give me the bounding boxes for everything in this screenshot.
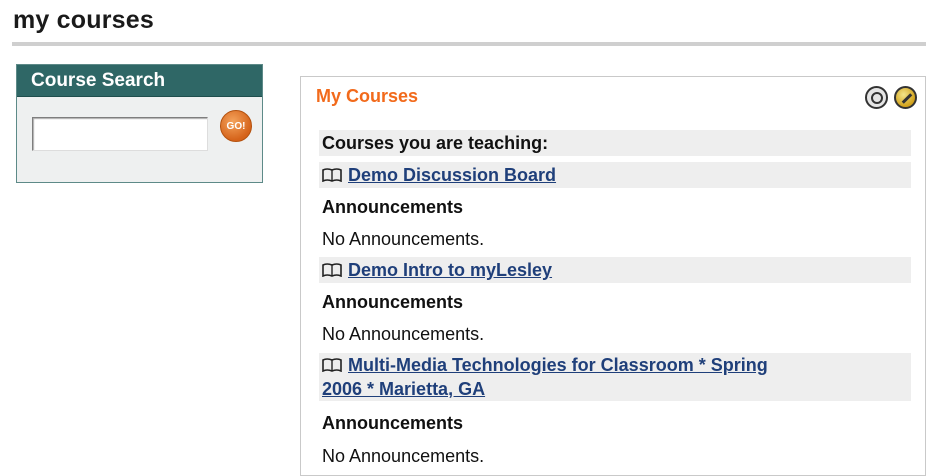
course-search-header: Course Search: [17, 65, 262, 97]
manage-icon[interactable]: [865, 86, 888, 109]
course-link-line-1[interactable]: Multi-Media Technologies for Classroom *…: [348, 355, 768, 375]
book-icon: [322, 358, 342, 372]
course-search-input[interactable]: [32, 117, 208, 151]
announcements-text: No Announcements.: [322, 229, 485, 249]
page-title: my courses: [13, 6, 154, 34]
course-link-demo-discussion-board[interactable]: Demo Discussion Board: [348, 165, 556, 185]
announcements-label: Announcements: [322, 197, 464, 217]
title-divider: [12, 42, 926, 46]
go-button[interactable]: GO!: [220, 110, 252, 142]
course-link-line-2[interactable]: 2006 * Marietta, GA: [322, 379, 485, 399]
course-link-multi-media-technologies[interactable]: Multi-Media Technologies for Classroom *…: [322, 355, 768, 399]
edit-icon[interactable]: [894, 86, 917, 109]
course-row: Demo Discussion Board: [319, 162, 911, 188]
announcements-label: Announcements: [322, 413, 464, 433]
course-search-panel: Course Search GO!: [16, 64, 263, 183]
book-icon: [322, 168, 342, 182]
module-title: My Courses: [316, 86, 419, 106]
announcements-text: No Announcements.: [322, 324, 485, 344]
section-heading: Courses you are teaching:: [319, 130, 911, 156]
announcements-label: Announcements: [322, 292, 464, 312]
course-row: Demo Intro to myLesley: [319, 257, 911, 283]
announcements-text: No Announcements.: [322, 446, 485, 466]
course-link-demo-intro-to-mylesley[interactable]: Demo Intro to myLesley: [348, 260, 552, 280]
my-courses-module: My Courses Courses you are teaching: Dem…: [300, 76, 926, 476]
book-icon: [322, 263, 342, 277]
course-row: Multi-Media Technologies for Classroom *…: [319, 353, 911, 401]
